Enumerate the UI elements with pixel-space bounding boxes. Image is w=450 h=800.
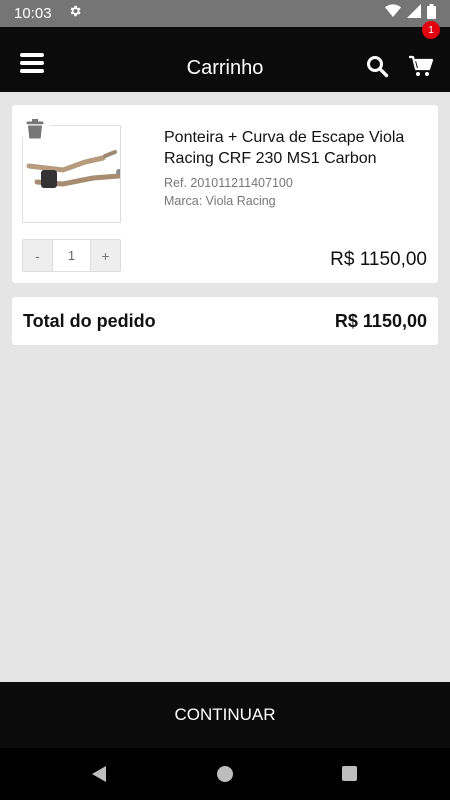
trash-icon[interactable] <box>20 114 50 144</box>
signal-icon <box>407 4 421 23</box>
app-bar: Carrinho <box>0 27 450 92</box>
product-name[interactable]: Ponteira + Curva de Escape Viola Racing … <box>164 127 430 169</box>
decrease-quantity-button[interactable]: - <box>23 240 52 271</box>
system-nav-bar <box>0 748 450 800</box>
cart-item-card: Ponteira + Curva de Escape Viola Racing … <box>12 105 438 283</box>
back-icon[interactable] <box>90 765 108 788</box>
quantity-input[interactable]: 1 <box>52 240 91 271</box>
status-bar: 10:03 <box>0 0 450 27</box>
search-icon[interactable] <box>365 54 389 78</box>
continue-button[interactable]: CONTINUAR <box>0 682 450 748</box>
quantity-stepper: - 1 + <box>22 239 121 272</box>
product-brand: Marca: Viola Racing <box>164 194 276 208</box>
total-value: R$ 1150,00 <box>334 310 427 331</box>
home-icon[interactable] <box>217 766 233 782</box>
gear-icon <box>68 4 82 23</box>
total-label: Total do pedido <box>23 310 156 331</box>
increase-quantity-button[interactable]: + <box>91 240 120 271</box>
cart-icon[interactable] <box>408 53 434 79</box>
status-time: 10:03 <box>14 5 52 22</box>
order-total-card: Total do pedido R$ 1150,00 <box>12 297 438 345</box>
recent-apps-icon[interactable] <box>342 766 357 781</box>
item-price: R$ 1150,00 <box>330 249 427 270</box>
product-ref: Ref. 201011211407100 <box>164 176 293 190</box>
cart-count-badge: 1 <box>422 21 440 39</box>
wifi-icon <box>385 4 401 23</box>
